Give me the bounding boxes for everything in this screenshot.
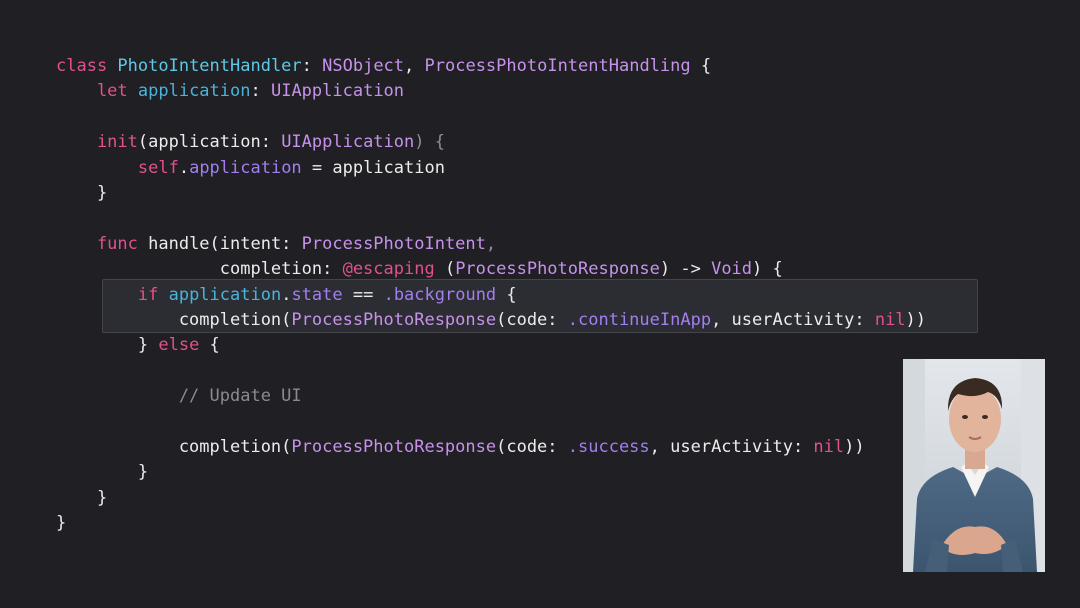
- code-token: handle(intent:: [148, 233, 302, 254]
- code-token: )): [905, 309, 927, 330]
- code-token: :: [250, 81, 271, 102]
- code-token: }: [56, 487, 108, 508]
- code-token: ProcessPhotoIntentHandling: [424, 56, 691, 76]
- code-line: }: [56, 486, 926, 511]
- code-token: completion(: [56, 309, 292, 330]
- code-token: if: [56, 284, 169, 305]
- code-token: }: [56, 513, 67, 534]
- code-token: func: [56, 233, 149, 254]
- code-token: state: [291, 284, 343, 305]
- code-token: nil: [813, 436, 845, 457]
- code-token: Void: [711, 259, 753, 280]
- code-token: ProcessPhotoIntent: [301, 233, 486, 254]
- code-token: self: [56, 157, 179, 178]
- code-token: {: [690, 56, 712, 76]
- code-line: completion: @escaping (ProcessPhotoRespo…: [56, 257, 926, 282]
- code-token: (code:: [496, 436, 568, 457]
- code-line: self.application = application: [56, 156, 926, 181]
- code-token: (code:: [496, 309, 568, 330]
- code-line: }: [56, 511, 926, 536]
- code-token: let: [56, 81, 138, 102]
- code-line: }: [56, 181, 926, 206]
- code-line: class PhotoIntentHandler: NSObject, Proc…: [56, 54, 926, 79]
- code-token: // Update UI: [56, 386, 302, 407]
- code-token: UIApplication: [270, 81, 405, 102]
- code-block: class PhotoIntentHandler: NSObject, Proc…: [56, 54, 926, 536]
- code-token: application: [137, 81, 251, 102]
- code-token: @escaping: [342, 259, 435, 280]
- code-line: } else {: [56, 333, 926, 358]
- code-line: func handle(intent: ProcessPhotoIntent,: [56, 232, 926, 257]
- code-token: .: [178, 157, 190, 178]
- code-line: completion(ProcessPhotoResponse(code: .s…: [56, 435, 926, 460]
- code-token: application: [168, 284, 282, 305]
- code-token: .continueInApp: [567, 309, 712, 330]
- code-token: )): [844, 436, 865, 457]
- code-line: // Update UI: [56, 384, 926, 409]
- code-line: }: [56, 460, 926, 485]
- code-token: .success: [567, 436, 650, 457]
- code-token: ) {: [414, 132, 445, 153]
- code-token: = application: [301, 157, 445, 178]
- code-token: , userActivity:: [711, 309, 875, 330]
- code-token: ,: [404, 56, 425, 76]
- code-token: .background: [383, 284, 497, 305]
- code-token: NSObject: [322, 56, 405, 76]
- code-token: ==: [342, 284, 384, 305]
- code-token: :: [301, 56, 323, 76]
- code-token: , userActivity:: [649, 436, 814, 457]
- code-token: PhotoIntentHandler: [117, 56, 302, 76]
- code-token: .: [281, 284, 292, 305]
- code-token: ProcessPhotoResponse: [291, 436, 497, 457]
- code-token: else: [158, 335, 200, 356]
- code-token: ,: [485, 233, 497, 254]
- code-line: completion(ProcessPhotoResponse(code: .c…: [56, 308, 926, 333]
- code-token: {: [496, 284, 517, 305]
- code-token: class: [56, 56, 118, 76]
- code-token: completion:: [56, 259, 343, 280]
- code-line: let application: UIApplication: [56, 79, 926, 104]
- code-token: application: [189, 157, 302, 178]
- code-token: (application:: [137, 132, 282, 153]
- code-token: ) {: [752, 259, 783, 280]
- code-token: }: [56, 335, 159, 356]
- code-token: ) ->: [659, 259, 712, 280]
- code-token: }: [56, 182, 108, 203]
- code-token: UIApplication: [281, 132, 415, 153]
- code-token: init: [56, 132, 138, 153]
- code-token: completion(: [56, 436, 292, 457]
- code-token: }: [56, 462, 149, 483]
- code-token: ProcessPhotoResponse: [291, 309, 497, 330]
- code-token: nil: [874, 309, 906, 330]
- code-token: ProcessPhotoResponse: [455, 259, 660, 280]
- code-token: {: [199, 335, 220, 356]
- code-line: if application.state == .background {: [56, 283, 926, 308]
- code-line: init(application: UIApplication) {: [56, 130, 926, 155]
- code-token: (: [434, 259, 456, 280]
